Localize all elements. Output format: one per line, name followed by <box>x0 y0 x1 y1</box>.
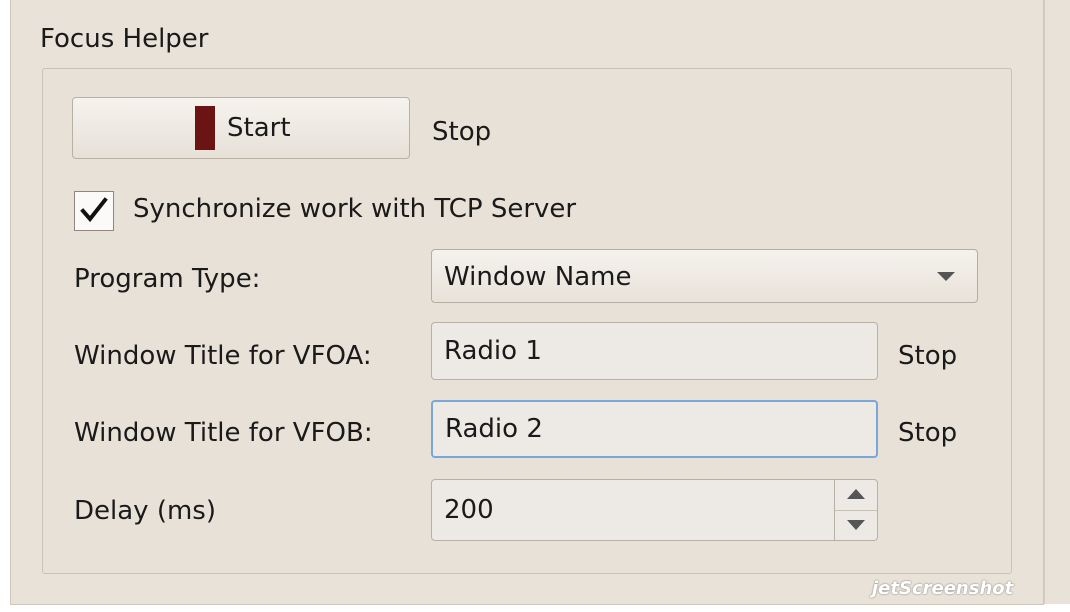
sync-checkbox[interactable] <box>74 191 114 231</box>
delay-label: Delay (ms) <box>74 496 216 526</box>
status-indicator <box>195 106 215 150</box>
start-button[interactable]: Start <box>72 97 410 159</box>
start-button-label: Start <box>227 113 291 143</box>
vfob-label: Window Title for VFOB: <box>74 418 373 448</box>
vfob-input[interactable] <box>433 402 876 456</box>
chevron-down-icon <box>937 272 955 281</box>
sync-checkbox-label[interactable]: Synchronize work with TCP Server <box>133 192 576 226</box>
program-type-select[interactable]: Window Name <box>431 249 978 303</box>
start-status-text: Stop <box>432 117 492 147</box>
watermark-logo: jetScreenshot <box>872 578 1014 599</box>
vfoa-label: Window Title for VFOA: <box>74 341 372 371</box>
checkmark-icon <box>80 197 108 223</box>
spin-up-button[interactable] <box>835 480 877 511</box>
spin-down-button[interactable] <box>835 510 877 540</box>
spin-buttons <box>834 480 877 540</box>
delay-input[interactable] <box>432 480 832 540</box>
vfoa-status: Stop <box>898 341 958 371</box>
vfoa-input[interactable] <box>432 323 877 379</box>
group-title: Focus Helper <box>40 24 209 54</box>
program-type-value: Window Name <box>444 262 632 292</box>
vfoa-field[interactable] <box>431 322 878 380</box>
side-panel-edge <box>1044 0 1070 604</box>
delay-spinbox[interactable] <box>431 479 878 541</box>
vfob-field[interactable] <box>431 400 878 458</box>
program-type-label: Program Type: <box>74 264 261 294</box>
vfob-status: Stop <box>898 418 958 448</box>
